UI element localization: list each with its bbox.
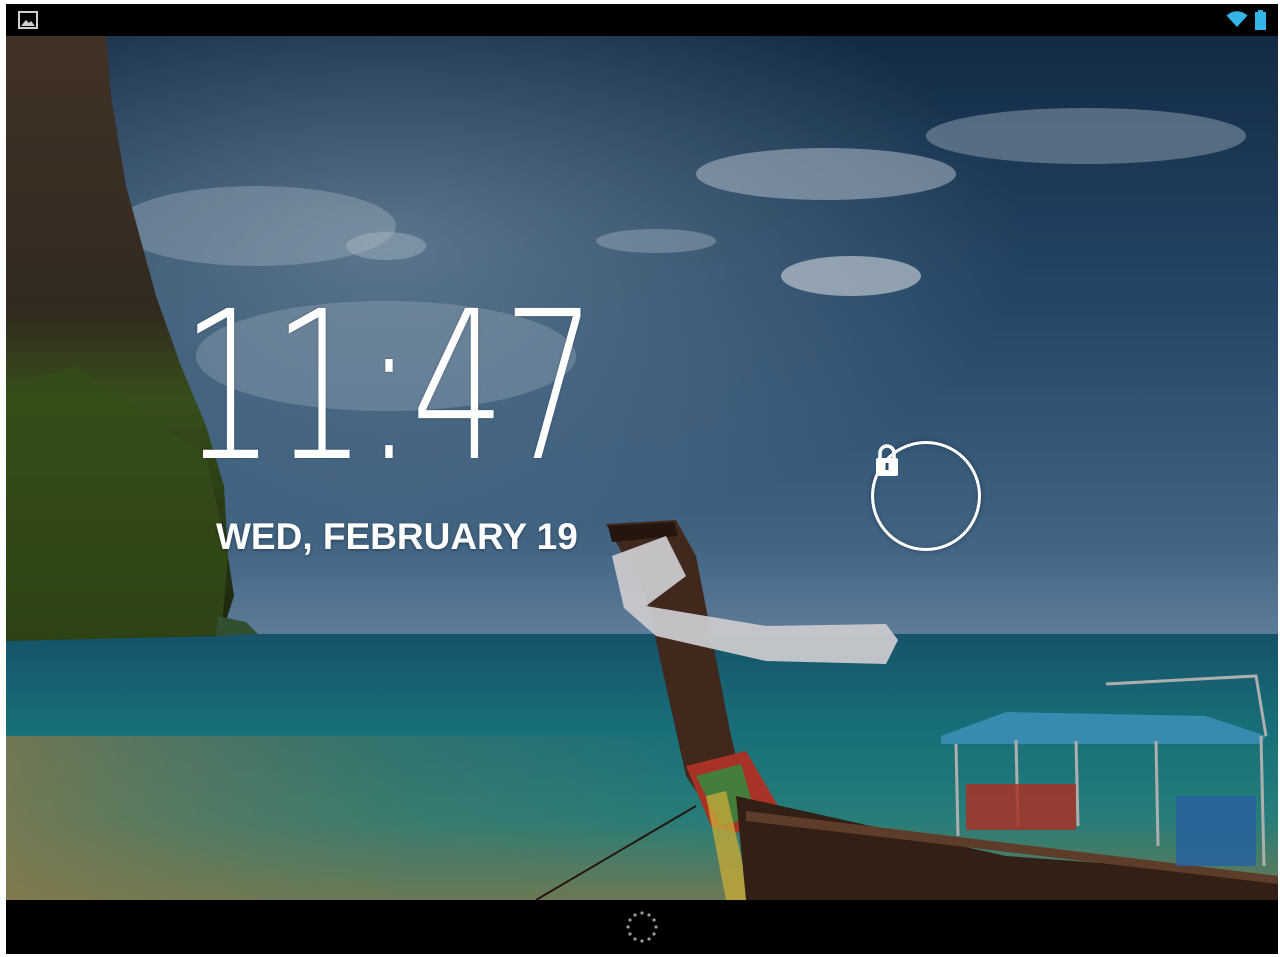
clock-time: 11:47 [181, 267, 597, 507]
unlock-button[interactable] [871, 441, 981, 551]
clock-date: WED, FEBRUARY 19 [216, 516, 578, 557]
wallpaper-image: 11:47 WED, FEBRUARY 19 [6, 36, 1278, 900]
navigation-bar [6, 900, 1278, 954]
lock-screen: 11:47 WED, FEBRUARY 19 [6, 4, 1278, 954]
search-ring-icon[interactable] [625, 910, 659, 944]
wifi-icon [1226, 11, 1248, 27]
gallery-icon [18, 11, 38, 29]
status-bar [6, 4, 1278, 36]
battery-icon [1255, 10, 1266, 30]
lock-icon [876, 444, 898, 476]
